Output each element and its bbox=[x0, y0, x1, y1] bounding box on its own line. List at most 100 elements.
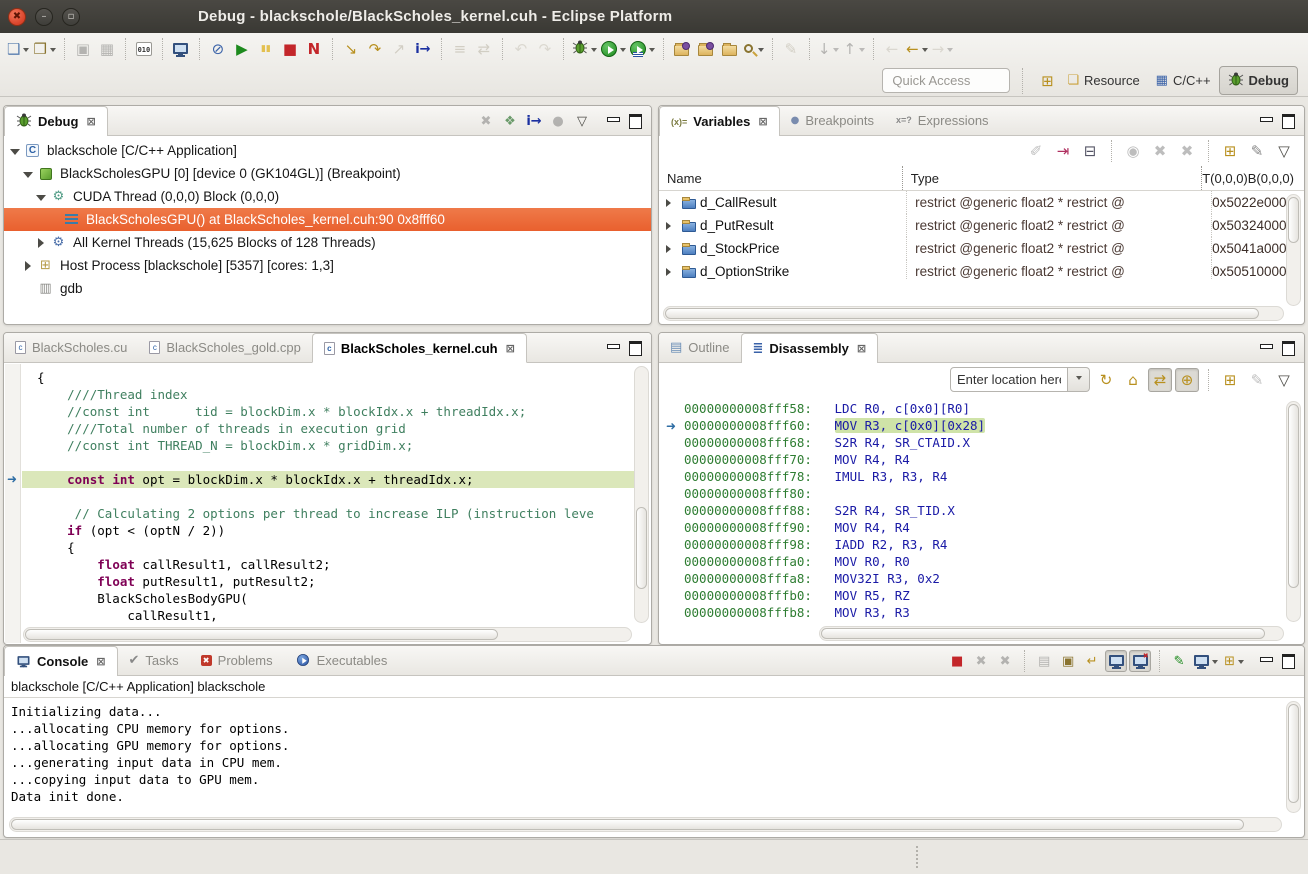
sync-with-selection-icon[interactable]: ⊕ bbox=[1175, 368, 1199, 392]
column-header-name[interactable]: Name bbox=[659, 166, 903, 190]
tree-expander-icon[interactable] bbox=[10, 146, 20, 156]
perspective-cpp-button[interactable]: ▦ C/C++ bbox=[1148, 69, 1219, 92]
redo-icon[interactable]: ↷ bbox=[533, 37, 557, 61]
remove-selected-icon[interactable]: ✖ bbox=[1148, 139, 1172, 163]
save-icon[interactable]: ▣ bbox=[71, 37, 95, 61]
open-console-icon[interactable]: ⊞ bbox=[1222, 650, 1246, 672]
new-view-icon[interactable]: ⊞ bbox=[1218, 368, 1242, 392]
code-line[interactable]: callResult1, bbox=[22, 607, 634, 624]
open-perspective-button[interactable]: ⊞ bbox=[1035, 69, 1059, 93]
disassembly-listing[interactable]: 00000000008fff58: LDC R0, c[0x0][R0]➜000… bbox=[660, 397, 1288, 626]
tree-expander-icon[interactable] bbox=[23, 261, 33, 271]
disassembly-line[interactable]: ➜00000000008fff60: MOV R3, c[0x0][0x28] bbox=[660, 417, 1288, 434]
pin-view-icon[interactable]: ✎ bbox=[1245, 368, 1269, 392]
editor-vertical-scrollbar[interactable] bbox=[634, 366, 649, 623]
open-console-view-icon[interactable] bbox=[169, 37, 193, 61]
show-stderr-on-change-icon[interactable] bbox=[1129, 650, 1151, 672]
debug-tree-item[interactable]: ⚙CUDA Thread (0,0,0) Block (0,0,0) bbox=[4, 185, 651, 208]
remove-all-icon[interactable]: ✖ bbox=[1175, 139, 1199, 163]
debug-launch-tree[interactable]: Cblackschole [C/C++ Application]BlackSch… bbox=[4, 136, 651, 300]
previous-annotation-icon[interactable]: ↑ bbox=[841, 37, 867, 61]
debug-icon[interactable] bbox=[570, 37, 599, 61]
perspective-debug-button[interactable]: Debug bbox=[1219, 66, 1298, 95]
next-annotation-icon[interactable]: ↓ bbox=[816, 37, 842, 61]
disassembly-line[interactable]: 00000000008fffa8: MOV32I R3, 0x2 bbox=[660, 570, 1288, 587]
console-horizontal-scrollbar[interactable] bbox=[9, 817, 1282, 832]
minimize-view-button[interactable] bbox=[1258, 113, 1274, 127]
save-all-icon[interactable]: ▦ bbox=[95, 37, 119, 61]
tab-debug[interactable]: Debug ⊠ bbox=[4, 106, 108, 136]
disassembly-line[interactable]: 00000000008fff68: S2R R4, SR_CTAID.X bbox=[660, 434, 1288, 451]
window-maximize-button[interactable]: ▫ bbox=[62, 8, 80, 26]
variables-horizontal-scrollbar[interactable] bbox=[663, 306, 1284, 321]
disassembly-line[interactable]: 00000000008fffb0: MOV R5, RZ bbox=[660, 587, 1288, 604]
disassembly-line[interactable]: 00000000008fff98: IADD R2, R3, R4 bbox=[660, 536, 1288, 553]
collapse-all-icon[interactable]: ⊟ bbox=[1078, 139, 1102, 163]
tab-breakpoints[interactable]: ● Breakpoints bbox=[780, 105, 885, 135]
maximize-view-button[interactable] bbox=[627, 113, 643, 127]
disconnect-icon[interactable]: N bbox=[302, 37, 326, 61]
tree-expander-icon[interactable] bbox=[36, 238, 46, 248]
forward-icon[interactable]: → bbox=[930, 37, 956, 61]
location-dropdown-button[interactable] bbox=[1068, 367, 1090, 392]
code-line[interactable]: //const int tid = blockDim.x * blockIdx.… bbox=[22, 403, 634, 420]
tab-outline[interactable]: ▤ Outline bbox=[659, 332, 741, 362]
follow-pc-icon[interactable]: ⇄ bbox=[1148, 368, 1172, 392]
word-wrap-icon[interactable]: ↵ bbox=[1081, 650, 1103, 672]
open-project-icon[interactable] bbox=[670, 37, 694, 61]
scrollbar-thumb[interactable] bbox=[11, 819, 1244, 830]
code-editor[interactable]: ➜ { ////Thread index //const int tid = b… bbox=[5, 364, 650, 643]
close-icon[interactable]: ⊠ bbox=[758, 115, 767, 128]
scrollbar-thumb[interactable] bbox=[1288, 404, 1299, 588]
tab-problems[interactable]: ✖ Problems bbox=[190, 645, 284, 675]
remove-launch-icon[interactable]: ✖ bbox=[970, 650, 992, 672]
window-close-button[interactable]: ✖ bbox=[8, 8, 26, 26]
quick-access-input[interactable] bbox=[882, 68, 1010, 93]
variables-table[interactable]: d_CallResultrestrict @generic float2 * r… bbox=[659, 191, 1304, 279]
disassembly-line[interactable]: 00000000008fff90: MOV R4, R4 bbox=[660, 519, 1288, 536]
code-line[interactable]: if (opt < (optN / 2)) bbox=[22, 522, 634, 539]
search-icon[interactable] bbox=[742, 37, 766, 61]
disassembly-line[interactable]: 00000000008fff80: bbox=[660, 485, 1288, 502]
instruction-stepping-icon[interactable]: i→ bbox=[411, 37, 435, 61]
step-return-icon[interactable]: ↗ bbox=[387, 37, 411, 61]
disassembly-vertical-scrollbar[interactable] bbox=[1286, 401, 1301, 622]
step-over-icon[interactable]: ↷ bbox=[363, 37, 387, 61]
tree-expander-icon[interactable] bbox=[666, 245, 675, 253]
code-line[interactable]: float putResult1, putResult2; bbox=[22, 573, 634, 590]
skip-all-breakpoints-icon[interactable]: ⊘ bbox=[206, 37, 230, 61]
current-execution-line[interactable]: const int opt = blockDim.x * blockIdx.x … bbox=[22, 471, 634, 488]
editor-tab-blackscholes-gold-cpp[interactable]: c BlackScholes_gold.cpp bbox=[138, 332, 311, 362]
scrollbar-thumb[interactable] bbox=[636, 507, 647, 589]
column-header-type[interactable]: Type bbox=[903, 166, 1202, 190]
debug-tree-item[interactable]: ⚙All Kernel Threads (15,625 Blocks of 12… bbox=[4, 231, 651, 254]
watch-expression-icon[interactable]: ◉ bbox=[1121, 139, 1145, 163]
close-icon[interactable]: ⊠ bbox=[86, 115, 95, 128]
new-wizard-icon[interactable]: ❑ bbox=[5, 37, 31, 61]
instruction-stepping-mode-icon[interactable]: i→ bbox=[523, 110, 545, 132]
show-type-names-icon[interactable]: ✐ bbox=[1024, 139, 1048, 163]
show-breakpoint-types-icon[interactable]: ❖ bbox=[499, 110, 521, 132]
variables-vertical-scrollbar[interactable] bbox=[1286, 194, 1301, 306]
disassembly-line[interactable]: 00000000008fffb8: MOV R3, R3 bbox=[660, 604, 1288, 621]
new-view-icon[interactable]: ⊞ bbox=[1218, 139, 1242, 163]
collapse-all-icon[interactable]: ● bbox=[547, 110, 569, 132]
resume-icon[interactable]: ▶ bbox=[230, 37, 254, 61]
window-minimize-button[interactable]: – bbox=[35, 8, 53, 26]
scroll-lock-icon[interactable]: ▣ bbox=[1057, 650, 1079, 672]
close-project-icon[interactable] bbox=[694, 37, 718, 61]
variable-row[interactable]: d_PutResultrestrict @generic float2 * re… bbox=[659, 214, 1304, 237]
add-global-variables-icon[interactable]: ⇥ bbox=[1051, 139, 1075, 163]
tab-tasks[interactable]: ✔ Tasks bbox=[118, 645, 190, 675]
back-icon[interactable]: ← bbox=[904, 37, 930, 61]
new-cpp-project-icon[interactable]: ❒ bbox=[31, 37, 57, 61]
step-into-icon[interactable]: ↘ bbox=[339, 37, 363, 61]
variable-row[interactable]: d_CallResultrestrict @generic float2 * r… bbox=[659, 191, 1304, 214]
close-icon[interactable]: ⊠ bbox=[857, 342, 866, 355]
toggle-mark-occurrences-icon[interactable]: ✎ bbox=[779, 37, 803, 61]
code-line[interactable]: //const int THREAD_N = blockDim.x * grid… bbox=[22, 437, 634, 454]
drop-to-frame-icon[interactable]: ≡ bbox=[448, 37, 472, 61]
source-code[interactable]: { ////Thread index //const int tid = blo… bbox=[22, 364, 634, 625]
code-line[interactable]: BlackScholesBodyGPU( bbox=[22, 590, 634, 607]
minimize-view-button[interactable] bbox=[605, 113, 621, 127]
